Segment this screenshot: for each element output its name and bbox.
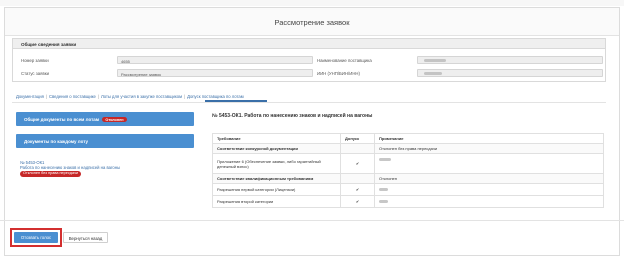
admission-cell [340,173,375,184]
requirement-cell: Приложение 6 (Обеспечение заявки, либо г… [212,153,341,174]
note-cell [374,183,604,196]
breadcrumb-separator: | [45,94,47,99]
tab-supplier-info[interactable]: Сведения о поставщике [49,94,96,99]
app-number-field: 4655 [117,56,313,64]
column-header-admission: Допуск [340,133,375,144]
panel-header: Рассмотрение заявок [5,8,619,36]
requirement-cell: Разрешения второй категории [212,195,341,208]
note-cell [374,153,604,174]
lot-section-title: № 5453-ОК1. Работа по нанесению знаков и… [212,113,373,119]
lot-status-badge: Отклонен без права пересдачи [20,170,82,178]
check-icon: ✔ [340,153,375,174]
breadcrumb-separator: | [183,94,186,99]
check-icon: ✔ [340,183,375,196]
go-back-button[interactable]: Вернуться назад [63,232,108,243]
table-row: Разрешения первой категории (Лицензии) ✔ [212,183,604,196]
status-badge: Отклонен [102,117,127,122]
status-label: Статус заявки [21,71,50,76]
supplier-id-label: ИИН (УНП/БИН/ИНН) [317,71,360,76]
tabs-divider [12,102,606,103]
tab-lot-admission[interactable]: Допуск поставщика по лотам [187,94,244,99]
footer-divider [0,220,624,221]
supplier-id-field [417,69,603,77]
lot-item[interactable]: № 5453-ОК1 Работа по нанесению знаков и … [20,160,120,178]
redacted-text [379,188,388,191]
per-lot-documents-button[interactable]: Документы по каждому лоту [16,134,194,148]
table-row: Приложение 6 (Обеспечение заявки, либо г… [212,153,604,174]
all-lots-documents-label: Общие документы по всем лотам [24,116,100,122]
requirements-table: Требование Допуск Примечание Соответстви… [212,133,604,208]
redacted-text [379,158,391,161]
requirement-cell: Разрешения первой категории (Лицензии) [212,183,341,196]
note-cell [374,195,604,208]
per-lot-documents-label: Документы по каждому лоту [24,138,89,144]
requirement-cell: Соответствие конкурсной документации [212,143,341,154]
supplier-name-field [417,56,603,64]
table-row: Соответствие конкурсной документации Отк… [212,143,604,154]
all-lots-documents-button[interactable]: Общие документы по всем лотам Отклонен [16,112,194,126]
lot-name-link[interactable]: Работа по нанесению знаков и надписей на… [20,165,120,170]
active-tab-indicator [205,100,267,102]
page-title: Рассмотрение заявок [274,18,350,27]
status-field: Рассмотрение заявок [117,69,313,77]
breadcrumb-separator: | [97,94,99,99]
tab-supplier-lots[interactable]: Лоты для участия в закупке поставщиком [101,94,182,99]
table-row: Соответствие квалификационным требования… [212,173,604,184]
admission-cell [340,143,375,154]
general-info-section: Общие сведения заявки Номер заявки 4655 … [12,38,606,82]
column-header-requirement: Требование [212,133,341,144]
recall-vote-button[interactable]: Отозвать голос [14,232,58,243]
column-header-note: Примечание [374,133,604,144]
note-cell: Отклонен без права пересдачи [374,143,604,154]
table-header-row: Требование Допуск Примечание [212,133,604,144]
redacted-text [424,59,446,62]
redacted-text [379,200,388,203]
tab-documentation[interactable]: Документация [16,94,44,99]
general-info-header: Общие сведения заявки [13,39,605,49]
check-icon: ✔ [340,195,375,208]
table-row: Разрешения второй категории ✔ [212,195,604,208]
requirement-cell: Соответствие квалификационным требования… [212,173,341,184]
note-cell: Отклонен [374,173,604,184]
redacted-text [424,72,442,75]
app-number-label: Номер заявки [21,58,49,63]
top-strip [0,0,624,6]
supplier-name-label: Наименование поставщика [317,58,372,63]
